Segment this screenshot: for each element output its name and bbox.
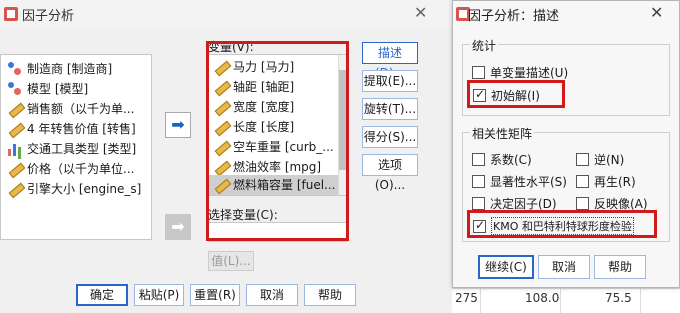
- grid-divider: [640, 288, 641, 313]
- cancel-button[interactable]: 取消: [246, 284, 298, 306]
- checkbox-box-checked[interactable]: [473, 218, 486, 233]
- list-item[interactable]: 引擎大小 [engine_s]: [7, 179, 141, 199]
- checkbox-box[interactable]: [472, 153, 485, 166]
- variables-highlight-box: [206, 41, 349, 241]
- arrow-right-icon: ➡: [171, 115, 185, 134]
- statistics-group-label: 统计: [470, 37, 499, 54]
- grid-cell: 275: [455, 291, 478, 305]
- list-item[interactable]: 交通工具类型 [类型]: [7, 139, 136, 159]
- factor-analysis-dialog: 因子分析 ✕ 制造商 [制造商] 模型 [模型] 销售额（以千为单... 4 年…: [0, 0, 452, 313]
- source-variable-list[interactable]: 制造商 [制造商] 模型 [模型] 销售额（以千为单... 4 年转售价值 [转…: [0, 54, 152, 240]
- correlation-matrix-group-label: 相关性矩阵: [470, 125, 535, 142]
- checkbox-box[interactable]: [576, 175, 589, 188]
- univariate-checkbox[interactable]: 单变量描述(U): [472, 64, 568, 81]
- grid-divider: [480, 288, 481, 313]
- move-to-selection-button[interactable]: ➡: [165, 214, 191, 240]
- descriptives-dialog-title: 因子分析：描述: [468, 9, 560, 24]
- checkbox-box[interactable]: [576, 153, 589, 166]
- move-to-variables-button[interactable]: ➡: [165, 112, 191, 138]
- ordinal-variable-icon: [7, 141, 23, 157]
- scale-variable-icon: [7, 121, 23, 137]
- paste-button[interactable]: 粘贴(P): [134, 284, 184, 306]
- data-grid-row: [452, 288, 680, 313]
- significance-checkbox[interactable]: 显著性水平(S): [472, 173, 567, 190]
- descriptives-button[interactable]: 描述(D)...: [362, 42, 418, 80]
- checkbox-box[interactable]: [576, 197, 589, 210]
- ok-button[interactable]: 确定: [76, 284, 128, 306]
- nominal-variable-icon: [7, 61, 23, 77]
- reset-button[interactable]: 重置(R): [190, 284, 240, 306]
- scale-variable-icon: [7, 101, 23, 117]
- reproduced-checkbox[interactable]: 再生(R): [576, 173, 636, 190]
- continue-button[interactable]: 继续(C): [478, 255, 534, 279]
- grid-cell: 108.0: [525, 291, 560, 305]
- checkbox-box[interactable]: [472, 197, 485, 210]
- rotation-button[interactable]: 旋转(T)...: [362, 98, 418, 120]
- value-button[interactable]: 值(L)...: [208, 251, 254, 271]
- help-button[interactable]: 帮助: [594, 255, 646, 279]
- scale-variable-icon: [7, 161, 23, 177]
- extraction-button[interactable]: 提取(E)...: [362, 70, 418, 92]
- spss-app-icon: [4, 7, 18, 21]
- grid-cell: 75.5: [605, 291, 632, 305]
- inverse-checkbox[interactable]: 逆(N): [576, 151, 624, 168]
- descriptives-close-icon[interactable]: ✕: [650, 3, 663, 22]
- checkbox-box[interactable]: [472, 175, 485, 188]
- list-item[interactable]: 制造商 [制造商]: [7, 59, 112, 79]
- cancel-button[interactable]: 取消: [538, 255, 590, 279]
- list-item[interactable]: 销售额（以千为单...: [7, 99, 134, 119]
- kmo-bartlett-checkbox[interactable]: KMO 和巴特利特球形度检验: [473, 217, 634, 235]
- main-dialog-title: 因子分析: [22, 9, 75, 24]
- arrow-right-icon: ➡: [171, 217, 185, 236]
- main-close-icon[interactable]: ✕: [414, 3, 427, 22]
- nominal-variable-icon: [7, 81, 23, 97]
- scores-button[interactable]: 得分(S)...: [362, 126, 418, 148]
- list-item[interactable]: 价格（以千为单位...: [7, 159, 134, 179]
- list-item[interactable]: 4 年转售价值 [转售]: [7, 119, 136, 139]
- initial-solution-checkbox[interactable]: 初始解(I): [473, 87, 540, 104]
- checkbox-box[interactable]: [472, 66, 485, 79]
- options-button[interactable]: 选项(O)...: [362, 154, 418, 192]
- list-item[interactable]: 模型 [模型]: [7, 79, 88, 99]
- help-button[interactable]: 帮助: [304, 284, 356, 306]
- coefficients-checkbox[interactable]: 系数(C): [472, 151, 532, 168]
- checkbox-box-checked[interactable]: [473, 87, 486, 102]
- scale-variable-icon: [7, 181, 23, 197]
- grid-divider: [560, 288, 561, 313]
